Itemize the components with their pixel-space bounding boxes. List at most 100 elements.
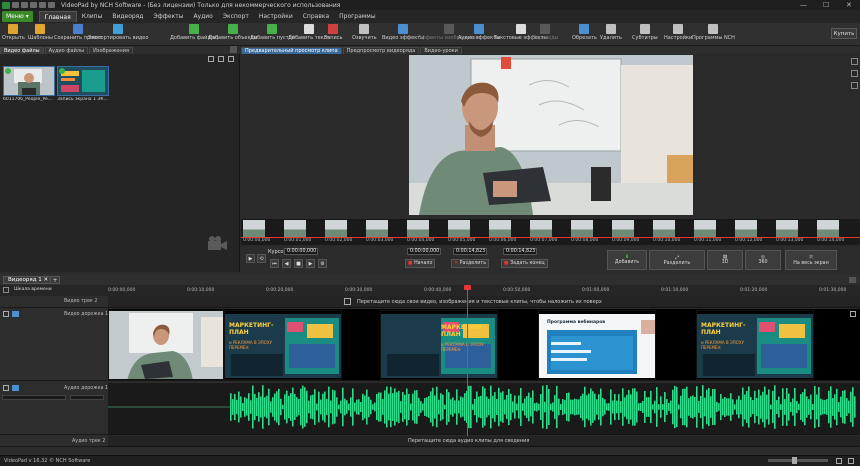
redo-icon[interactable] <box>48 2 55 8</box>
zoom-in-icon[interactable] <box>836 458 842 464</box>
toolbar-button-18[interactable]: Настройки <box>664 23 692 46</box>
filmstrip-frame[interactable] <box>735 220 757 237</box>
duration-field[interactable]: 0:00:14,823 <box>503 248 537 255</box>
track-visibility-icon[interactable] <box>3 311 9 317</box>
clip-filmstrip[interactable]: 0:00:00,000 0:00:01,000 0:00:02,000 0:00:03… <box>241 219 860 245</box>
tab-effects[interactable]: Эффекты <box>148 11 188 22</box>
filmstrip-frame[interactable] <box>571 220 593 237</box>
track-mute-icon[interactable] <box>3 385 9 391</box>
playhead[interactable] <box>467 286 468 436</box>
set-end-button[interactable]: ■ Задать конец <box>501 259 548 268</box>
toolbar-button-0[interactable]: Открыть <box>2 23 25 46</box>
add-sequence-button[interactable]: + <box>50 276 60 284</box>
set-start-button[interactable]: ■ Начало <box>405 259 436 268</box>
timeline-clip-slides[interactable]: МАРКЕТИНГ-ПЛАН и РЕКЛАМА В ЭПОХУ ПЕРЕМЕН <box>380 310 498 380</box>
toolbar-button-3[interactable]: Экспортировать видео <box>88 23 148 46</box>
filmstrip-frame[interactable] <box>817 220 839 237</box>
filmstrip-frame[interactable] <box>284 220 306 237</box>
toolbar-button-9[interactable]: Озвучить <box>352 23 377 46</box>
audio-track-1-lane[interactable] <box>108 383 860 435</box>
speed-button[interactable]: ⚙ <box>318 259 327 268</box>
tab-programs[interactable]: Программы <box>334 11 380 22</box>
tab-tutorials[interactable]: Видео-уроки <box>420 47 462 54</box>
timeline-clip-person[interactable] <box>108 310 224 380</box>
toolbar-button-1[interactable]: Шаблоны <box>28 23 53 46</box>
filmstrip-frame[interactable] <box>366 220 388 237</box>
tab-sequence-1[interactable]: Видеоряд 1 ✕ <box>3 276 54 284</box>
open-icon[interactable] <box>21 2 28 8</box>
in-point-field[interactable]: 0:00:00,000 <box>407 248 441 255</box>
timeline-clip-slides[interactable]: МАРКЕТИНГ-ПЛАН и РЕКЛАМА В ЭПОХУ ПЕРЕМЕН <box>696 310 814 380</box>
step-start-button[interactable]: ⏮ <box>270 259 279 268</box>
toolbar-button-8[interactable]: Запись <box>324 23 342 46</box>
split-clip-button[interactable]: ✕ Разделить <box>451 259 490 268</box>
loop-button[interactable]: ⟲ <box>257 254 266 263</box>
timeline-clip-screen[interactable]: Программа вебинаров <box>538 310 656 380</box>
side-tool-icon[interactable] <box>851 70 858 77</box>
filmstrip-frame[interactable] <box>694 220 716 237</box>
add-to-sequence-button[interactable]: ⬇ Добавить <box>607 250 647 270</box>
minimize-button[interactable]: — <box>800 1 807 9</box>
filmstrip-frame[interactable] <box>407 220 429 237</box>
zoom-slider[interactable] <box>768 459 828 462</box>
tab-clip-preview[interactable]: Предварительный просмотр клипа <box>241 47 342 54</box>
toolbar-button-19[interactable]: Программы NCH <box>692 23 735 46</box>
tab-home[interactable]: Главная <box>38 11 77 22</box>
new-icon[interactable] <box>12 2 19 8</box>
filmstrip-frame[interactable] <box>612 220 634 237</box>
video-track-2-lane[interactable]: Перетащите сюда свои видео, изображения … <box>108 296 860 308</box>
audio-track-2-lane[interactable]: Перетащите сюда аудио клипы для сведения <box>108 436 860 447</box>
stop-button[interactable]: ■ <box>294 259 303 268</box>
tab-audio-files[interactable]: Аудио файлы <box>44 47 89 54</box>
side-tool-icon[interactable] <box>851 82 858 89</box>
3d-button[interactable]: ▤ 3D <box>707 250 743 270</box>
filmstrip-frame[interactable] <box>530 220 552 237</box>
timeline-ruler[interactable]: Шкала времени 0:00:00,000 0:00:10,000 0:00… <box>0 285 860 296</box>
toolbar-button-15[interactable]: Обрезать <box>572 23 597 46</box>
tab-sequence[interactable]: Видеоряд <box>107 11 148 22</box>
side-tool-icon[interactable] <box>851 58 858 65</box>
tab-audio[interactable]: Аудио <box>188 11 217 22</box>
step-back-button[interactable]: ◀ <box>282 259 291 268</box>
timeline-clip-slides[interactable]: МАРКЕТИНГ-ПЛАН и РЕКЛАМА В ЭПОХУ ПЕРЕМЕН <box>224 310 342 380</box>
toolbar-button-17[interactable]: Субтитры <box>632 23 658 46</box>
filmstrip-frame[interactable] <box>448 220 470 237</box>
undock-icon[interactable] <box>849 277 856 283</box>
tab-sequence-preview[interactable]: Предпросмотр видеоряда <box>342 47 420 54</box>
tab-export[interactable]: Экспорт <box>218 11 254 22</box>
audio-waveform[interactable] <box>108 383 860 435</box>
zoom-out-icon[interactable] <box>848 458 854 464</box>
bin-clip-screen[interactable] <box>57 66 109 96</box>
tab-clips[interactable]: Клипы <box>77 11 108 22</box>
filmstrip-frame[interactable] <box>489 220 511 237</box>
split-button[interactable]: ⤢ Разделить <box>649 250 705 270</box>
view-list-icon[interactable] <box>208 56 214 62</box>
close-button[interactable]: ✕ <box>846 1 852 9</box>
tab-help[interactable]: Справка <box>298 11 334 22</box>
play-button[interactable]: ▶ <box>246 254 255 263</box>
view-details-icon[interactable] <box>228 56 234 62</box>
toolbar-button-16[interactable]: Удалить <box>600 23 622 46</box>
save-icon[interactable] <box>30 2 37 8</box>
tab-images[interactable]: Изображения <box>89 47 133 54</box>
tab-settings[interactable]: Настройки <box>254 11 298 22</box>
ruler-lock-icon[interactable] <box>3 287 9 293</box>
buy-button[interactable]: Купить <box>831 28 857 39</box>
filmstrip-frame[interactable] <box>243 220 265 237</box>
undo-icon[interactable] <box>39 2 46 8</box>
volume-slider[interactable] <box>2 395 66 400</box>
filmstrip-frame[interactable] <box>776 220 798 237</box>
toolbar-button-14[interactable]: Переходы <box>532 23 559 46</box>
clip-close-icon[interactable] <box>850 311 856 317</box>
bin-clip-person[interactable] <box>3 66 55 96</box>
fullscreen-button[interactable]: ⤧ На весь экран <box>785 250 837 270</box>
ruler-mode-select[interactable]: Шкала времени <box>14 287 52 292</box>
360-button[interactable]: ◎ 360 <box>745 250 781 270</box>
filmstrip-frame[interactable] <box>653 220 675 237</box>
tab-video-files[interactable]: Видео файлы <box>0 47 44 54</box>
main-menu-button[interactable]: Меню ▾ <box>2 11 33 22</box>
cursor-time-field[interactable]: 0:00:00,000 <box>284 248 318 255</box>
zoom-slider-thumb[interactable] <box>792 457 797 464</box>
maximize-button[interactable]: ☐ <box>823 1 829 9</box>
video-track-1-lane[interactable]: МАРКЕТИНГ-ПЛАН и РЕКЛАМА В ЭПОХУ ПЕРЕМЕН… <box>108 309 860 381</box>
